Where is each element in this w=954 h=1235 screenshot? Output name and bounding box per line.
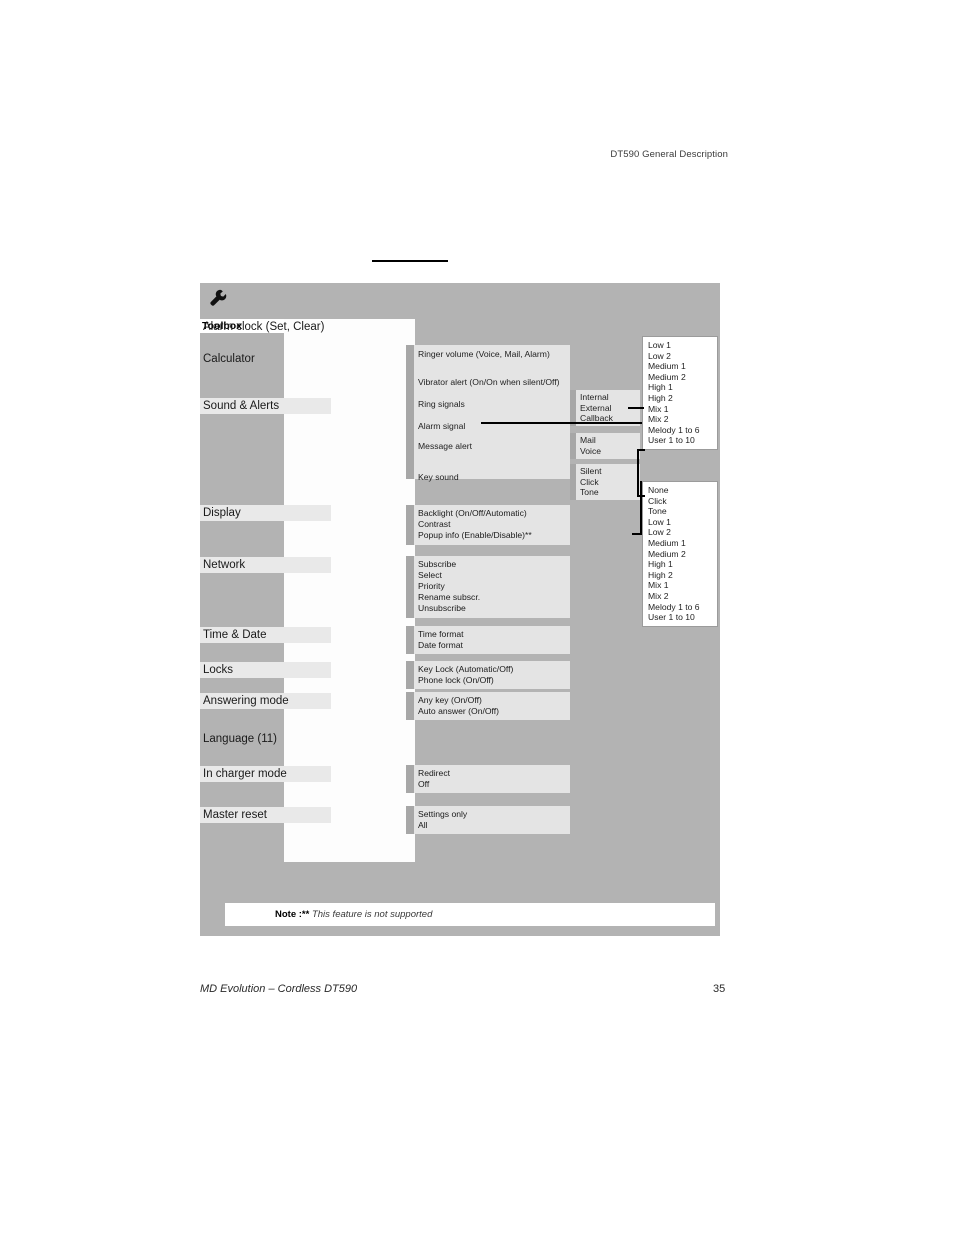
submenu-item-phone-lock[interactable]: Phone lock (On/Off) — [418, 675, 494, 685]
melody-option[interactable]: High 1 — [648, 382, 711, 393]
submenu-master-reset: Settings only All — [406, 806, 570, 834]
connector-melody2-bracket — [640, 481, 642, 535]
melody-option[interactable]: High 2 — [648, 393, 711, 404]
note-label: Note : — [275, 909, 302, 920]
melody-option[interactable]: Mix 1 — [648, 580, 711, 591]
melody-option[interactable]: Melody 1 to 6 — [648, 425, 711, 436]
running-head: DT590 General Description — [610, 149, 728, 160]
submenu-item-rename-subscr[interactable]: Rename subscr. — [418, 592, 480, 602]
note-marker: ** — [301, 909, 310, 920]
melody-option[interactable]: Low 1 — [648, 517, 711, 528]
melody-list-key-sound: None Click Tone Low 1 Low 2 Medium 1 Med… — [642, 481, 718, 627]
option-click[interactable]: Click — [580, 477, 634, 488]
connector-melody2-stub — [632, 533, 642, 535]
submenu-item-priority[interactable]: Priority — [418, 581, 445, 591]
menu-item-locks[interactable]: Locks — [200, 662, 331, 678]
melody-option[interactable]: Medium 1 — [648, 361, 711, 372]
melody-option[interactable]: Low 2 — [648, 351, 711, 362]
submenu-answering-mode: Any key (On/Off) Auto answer (On/Off) — [406, 692, 570, 720]
melody-list-ring-signals: Low 1 Low 2 Medium 1 Medium 2 High 1 Hig… — [642, 336, 718, 450]
note-text: This feature is not supported — [311, 909, 433, 920]
option-mail[interactable]: Mail — [580, 435, 634, 446]
menu-item-time-date[interactable]: Time & Date — [200, 627, 331, 643]
melody-option[interactable]: High 1 — [648, 559, 711, 570]
submenu-item-contrast[interactable]: Contrast — [418, 519, 450, 529]
option-voice[interactable]: Voice — [580, 446, 634, 457]
footer-document-title: MD Evolution – Cordless DT590 — [200, 983, 358, 995]
footer-page-number: 35 — [713, 983, 726, 995]
submenu-item-select[interactable]: Select — [418, 570, 442, 580]
option-tone[interactable]: Tone — [580, 487, 634, 498]
option-external[interactable]: External — [580, 403, 634, 414]
submenu-item-key-sound[interactable]: Key sound — [418, 472, 459, 482]
menu-item-display[interactable]: Display — [200, 505, 331, 521]
submenu-item-unsubscribe[interactable]: Unsubscribe — [418, 603, 466, 613]
menu-item-answering-mode[interactable]: Answering mode — [200, 693, 331, 709]
melody-option[interactable]: Mix 2 — [648, 414, 711, 425]
submenu-item-all[interactable]: All — [418, 820, 428, 830]
submenu-item-message-alert[interactable]: Message alert — [418, 441, 472, 451]
connector-ring-signals-to-melody — [628, 407, 644, 409]
submenu-time-date: Time format Date format — [406, 626, 570, 654]
melody-option[interactable]: Mix 1 — [648, 404, 711, 415]
connector-message-alert-stub — [637, 449, 645, 451]
melody-option[interactable]: Medium 2 — [648, 372, 711, 383]
melody-option[interactable]: None — [648, 485, 711, 496]
connector-bracket-vertical — [637, 449, 639, 497]
note-box: Note :** This feature is not supported — [225, 903, 715, 926]
menu-item-master-reset[interactable]: Master reset — [200, 807, 331, 823]
menu-item-in-charger-mode[interactable]: In charger mode — [200, 766, 331, 782]
submenu-item-subscribe[interactable]: Subscribe — [418, 559, 456, 569]
options-message-alert: Mail Voice — [576, 433, 640, 459]
menu-item-network[interactable]: Network — [200, 557, 331, 573]
options-key-sound: Silent Click Tone — [576, 464, 640, 500]
menu-item-calculator[interactable]: Calculator — [200, 351, 331, 367]
submenu-item-time-format[interactable]: Time format — [418, 629, 464, 639]
connector-alarm-signal-to-melody — [481, 422, 642, 424]
melody-option[interactable]: Melody 1 to 6 — [648, 602, 711, 613]
melody-option[interactable]: User 1 to 10 — [648, 612, 711, 623]
option-internal[interactable]: Internal — [580, 392, 634, 403]
submenu-in-charger-mode: Redirect Off — [406, 765, 570, 793]
melody-option[interactable]: Medium 2 — [648, 549, 711, 560]
submenu-display: Backlight (On/Off/Automatic) Contrast Po… — [406, 505, 570, 545]
melody-option[interactable]: Medium 1 — [648, 538, 711, 549]
submenu-item-off[interactable]: Off — [418, 779, 429, 789]
melody-option[interactable]: High 2 — [648, 570, 711, 581]
submenu-item-vibrator-alert[interactable]: Vibrator alert (On/On when silent/Off) — [418, 377, 560, 387]
melody-option[interactable]: Low 2 — [648, 527, 711, 538]
submenu-item-ring-signals[interactable]: Ring signals — [418, 399, 465, 409]
submenu-item-popup-info[interactable]: Popup info (Enable/Disable)** — [418, 530, 532, 540]
root-node-column — [200, 333, 285, 873]
wrench-icon — [208, 288, 230, 310]
section-rule — [372, 260, 448, 262]
menu-item-alarm-clock[interactable]: Alarm clock (Set, Clear) — [200, 319, 331, 335]
submenu-item-alarm-signal[interactable]: Alarm signal — [418, 421, 465, 431]
submenu-item-redirect[interactable]: Redirect — [418, 768, 450, 778]
toolbox-menu-tree-figure: Toolbox Alarm clock (Set, Clear) Calcula… — [200, 283, 720, 936]
melody-option[interactable]: Tone — [648, 506, 711, 517]
melody-option[interactable]: User 1 to 10 — [648, 435, 711, 446]
submenu-network: Subscribe Select Priority Rename subscr.… — [406, 556, 570, 618]
menu-item-language[interactable]: Language (11) — [200, 731, 331, 747]
submenu-item-date-format[interactable]: Date format — [418, 640, 463, 650]
submenu-locks: Key Lock (Automatic/Off) Phone lock (On/… — [406, 661, 570, 689]
melody-option[interactable]: Mix 2 — [648, 591, 711, 602]
submenu-sound-alerts: Ringer volume (Voice, Mail, Alarm) Vibra… — [406, 345, 570, 482]
melody-option[interactable]: Low 1 — [648, 340, 711, 351]
submenu-item-key-lock[interactable]: Key Lock (Automatic/Off) — [418, 664, 513, 674]
submenu-item-backlight[interactable]: Backlight (On/Off/Automatic) — [418, 508, 527, 518]
submenu-item-ringer-volume[interactable]: Ringer volume (Voice, Mail, Alarm) — [418, 349, 550, 359]
submenu-item-auto-answer[interactable]: Auto answer (On/Off) — [418, 706, 499, 716]
melody-option[interactable]: Click — [648, 496, 711, 507]
submenu-item-settings-only[interactable]: Settings only — [418, 809, 467, 819]
submenu-item-any-key[interactable]: Any key (On/Off) — [418, 695, 482, 705]
menu-item-sound-alerts[interactable]: Sound & Alerts — [200, 398, 331, 414]
option-silent[interactable]: Silent — [580, 466, 634, 477]
